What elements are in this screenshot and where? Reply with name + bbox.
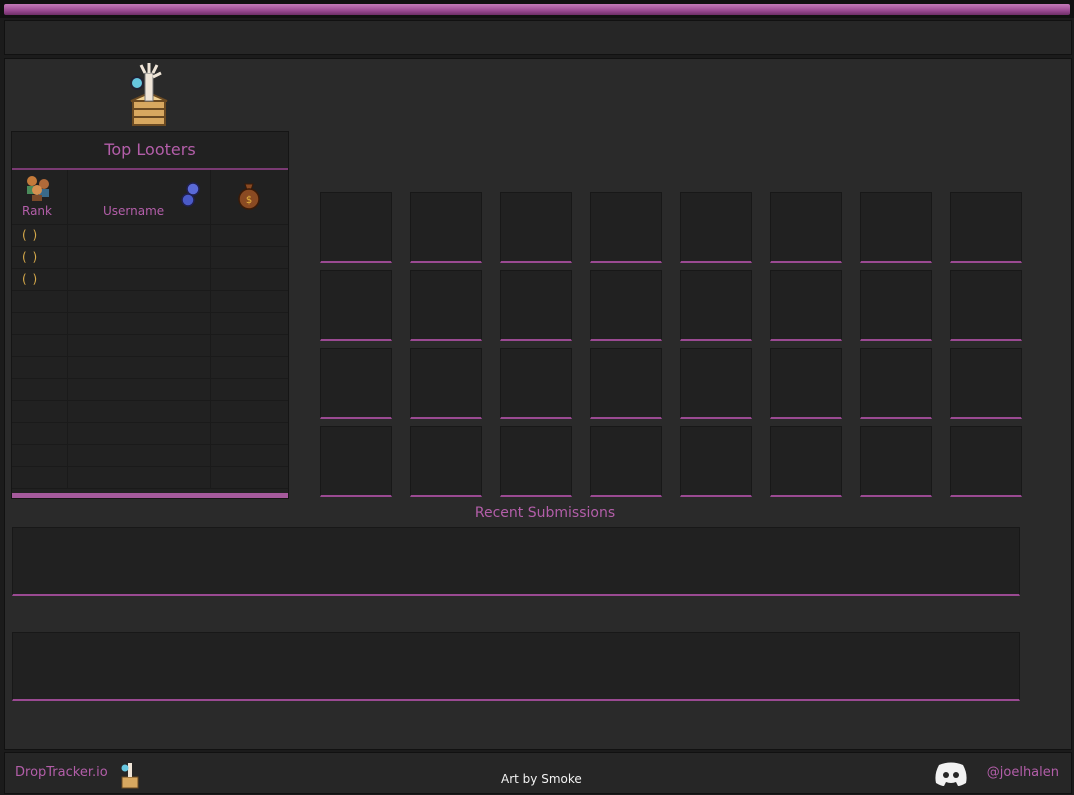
looter-row[interactable] (12, 313, 288, 335)
looter-row[interactable] (12, 445, 288, 467)
looter-row[interactable]: ( ) (12, 225, 288, 247)
footer: DropTracker.io Art by Smoke @joelhalen (4, 752, 1072, 794)
drop-tile[interactable] (950, 426, 1022, 497)
top-looters-panel: Top Looters Rank Username $ ( ) ( ) ( ) (11, 131, 289, 499)
discord-handle[interactable]: @joelhalen (987, 765, 1059, 780)
drop-tile[interactable] (770, 426, 842, 497)
drop-tile[interactable] (410, 348, 482, 419)
rank-value: ( ) (22, 228, 39, 242)
drop-tile[interactable] (770, 270, 842, 341)
drop-tile[interactable] (500, 348, 572, 419)
drop-tile[interactable] (590, 426, 662, 497)
drop-tile[interactable] (860, 192, 932, 263)
drop-tile[interactable] (320, 348, 392, 419)
drop-tile[interactable] (860, 270, 932, 341)
looter-row[interactable] (12, 335, 288, 357)
secondary-panel (12, 632, 1020, 701)
art-credit: Art by Smoke (501, 772, 582, 786)
looter-row[interactable] (12, 401, 288, 423)
rank-value: ( ) (22, 250, 39, 264)
drop-tile[interactable] (680, 348, 752, 419)
brand-link[interactable]: DropTracker.io (15, 765, 108, 780)
header-strip (4, 20, 1072, 55)
recent-submissions-panel (12, 527, 1020, 596)
top-accent-bar (0, 0, 1074, 18)
looter-row[interactable] (12, 467, 288, 489)
drop-tile[interactable] (680, 270, 752, 341)
drop-tile[interactable] (590, 192, 662, 263)
drop-tile[interactable] (500, 270, 572, 341)
rank-header: Rank (22, 204, 52, 218)
drop-tile[interactable] (950, 192, 1022, 263)
looters-rows: ( ) ( ) ( ) (12, 225, 288, 489)
top-looters-title: Top Looters (12, 132, 288, 170)
looter-row[interactable] (12, 379, 288, 401)
small-logo-icon (121, 763, 139, 789)
accent-glow (4, 4, 1070, 15)
coin-bag-icon: $ (238, 183, 260, 210)
drop-tile[interactable] (680, 426, 752, 497)
treasure-box-logo-icon (130, 63, 168, 126)
rank-value: ( ) (22, 272, 39, 286)
players-icon (27, 176, 49, 201)
drop-tile[interactable] (410, 426, 482, 497)
looter-row[interactable]: ( ) (12, 269, 288, 291)
looter-row[interactable] (12, 291, 288, 313)
discord-icon[interactable] (933, 761, 969, 787)
svg-text:$: $ (246, 195, 252, 206)
drop-tile[interactable] (950, 270, 1022, 341)
column-divider (67, 170, 68, 224)
drop-tile[interactable] (410, 270, 482, 341)
drop-tile[interactable] (680, 192, 752, 263)
drop-tile[interactable] (500, 192, 572, 263)
drop-tile[interactable] (320, 270, 392, 341)
drop-tile[interactable] (500, 426, 572, 497)
drop-tile[interactable] (770, 348, 842, 419)
drop-tile[interactable] (320, 192, 392, 263)
drop-tile[interactable] (590, 270, 662, 341)
looters-header-row: Rank Username $ (12, 170, 288, 225)
looter-row[interactable] (12, 423, 288, 445)
looters-bottom-bar (12, 493, 288, 498)
drop-tile[interactable] (950, 348, 1022, 419)
column-divider (210, 170, 211, 224)
drop-tile[interactable] (770, 192, 842, 263)
looter-row[interactable]: ( ) (12, 247, 288, 269)
blue-orbs-icon (181, 182, 200, 207)
drop-tile[interactable] (860, 426, 932, 497)
drop-tile[interactable] (410, 192, 482, 263)
recent-submissions-title: Recent Submissions (474, 505, 616, 521)
looter-row[interactable] (12, 357, 288, 379)
drop-tile[interactable] (860, 348, 932, 419)
drop-tile[interactable] (320, 426, 392, 497)
username-header: Username (103, 204, 165, 218)
drop-tile[interactable] (590, 348, 662, 419)
